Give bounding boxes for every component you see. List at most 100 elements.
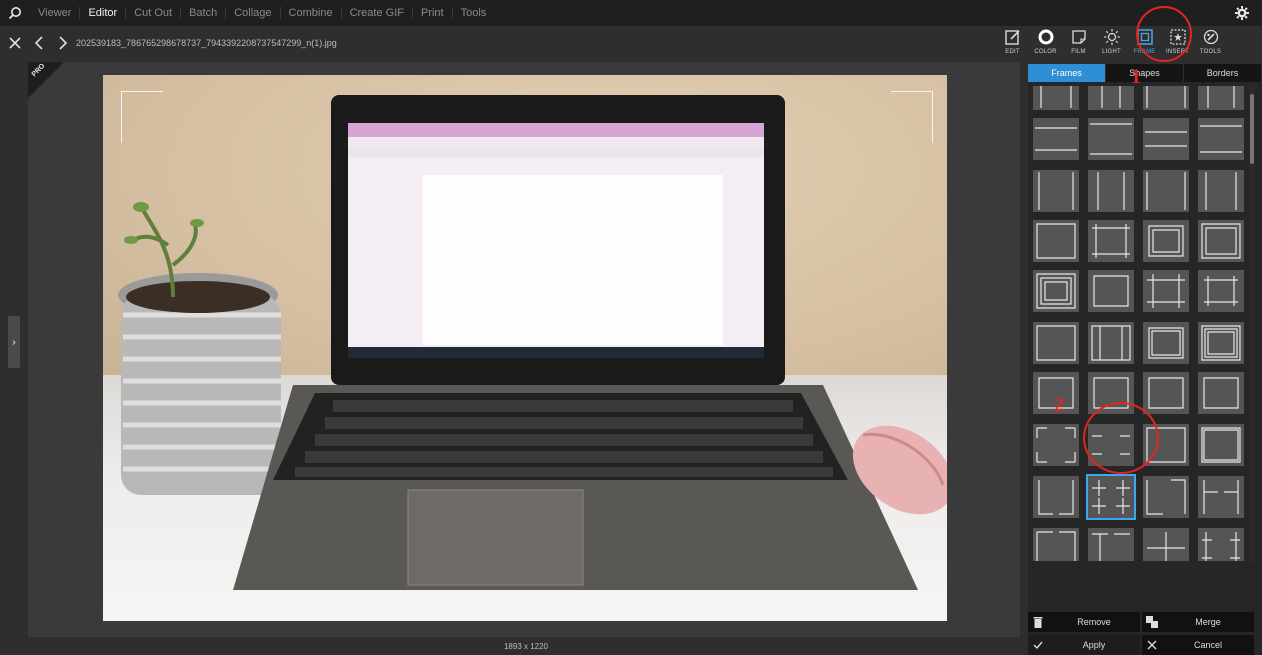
laptop <box>233 95 918 590</box>
frame-thumbnail[interactable] <box>1033 270 1079 312</box>
settings-gear-icon[interactable] <box>1234 5 1250 24</box>
menu-print[interactable]: Print <box>413 7 453 19</box>
app-logo-icon[interactable] <box>0 0 30 26</box>
frame-thumbnail[interactable] <box>1033 86 1079 110</box>
frame-thumbnail[interactable] <box>1198 424 1244 466</box>
merge-button[interactable]: Merge <box>1142 612 1254 632</box>
annotation-circle-selected-frame <box>1083 402 1159 474</box>
close-icon <box>1142 640 1162 650</box>
menu-cut-out[interactable]: Cut Out <box>126 7 182 19</box>
frame-thumbnail[interactable] <box>1143 270 1189 312</box>
crop-corner-top-right <box>891 91 933 143</box>
remove-button[interactable]: Remove <box>1028 612 1140 632</box>
frame-thumbnail[interactable] <box>1198 86 1244 110</box>
frame-pattern-icon <box>1092 533 1130 561</box>
cancel-button[interactable]: Cancel <box>1142 635 1254 655</box>
frame-thumbnail[interactable] <box>1088 270 1134 312</box>
close-icon[interactable] <box>6 33 24 53</box>
apply-label: Apply <box>1082 640 1106 650</box>
frame-thumbnail[interactable] <box>1033 220 1079 262</box>
tool-tools-label: TOOLS <box>1199 49 1222 55</box>
frame-pattern-icon <box>1090 123 1132 155</box>
tab-frames[interactable]: Frames <box>1028 64 1106 82</box>
frame-thumbnail[interactable] <box>1198 528 1244 561</box>
frame-thumbnail[interactable] <box>1198 476 1244 518</box>
image-dimensions: 1893 x 1220 <box>503 642 549 651</box>
frame-pattern-icon <box>1035 127 1077 151</box>
frame-thumbnail[interactable] <box>1088 118 1134 160</box>
crop-corner-bottom-right <box>891 547 933 607</box>
menu-viewer[interactable]: Viewer <box>30 7 81 19</box>
apply-button[interactable]: Apply <box>1028 635 1140 655</box>
tab-borders[interactable]: Borders <box>1184 64 1262 82</box>
frame-thumbnail[interactable] <box>1033 170 1079 212</box>
frame-thumbnail[interactable] <box>1088 220 1134 262</box>
tool-color[interactable]: COLOR <box>1029 26 1062 62</box>
frame-pattern-icon <box>1092 480 1130 514</box>
photo-editor-window: Viewer Editor Cut Out Batch Collage Comb… <box>0 0 1262 655</box>
frame-thumbnail[interactable] <box>1088 528 1134 561</box>
frame-pattern-icon <box>1036 427 1076 463</box>
menu-collage[interactable]: Collage <box>226 7 281 19</box>
side-panel-toggle-icon[interactable]: › <box>8 316 20 368</box>
frame-thumbnail[interactable] <box>1033 424 1079 466</box>
tool-film[interactable]: FILM <box>1062 26 1095 62</box>
menu-tools[interactable]: Tools <box>453 7 495 19</box>
frame-pattern-icon <box>1203 480 1239 514</box>
frame-thumbnail[interactable] <box>1033 476 1079 518</box>
tool-light-label: LIGHT <box>1102 49 1121 55</box>
frame-thumbnail[interactable] <box>1198 270 1244 312</box>
frame-pattern-icon <box>1204 276 1238 306</box>
panel-actions: Remove Merge Apply Cancel <box>1028 612 1256 655</box>
frame-pattern-icon <box>1201 223 1241 259</box>
frame-thumbnail[interactable] <box>1143 528 1189 561</box>
frame-thumbnail[interactable] <box>1143 220 1189 262</box>
frame-thumbnail[interactable] <box>1143 86 1189 110</box>
photo-scene <box>118 95 947 590</box>
photo-preview[interactable] <box>103 75 947 621</box>
frame-thumbnail[interactable] <box>1033 118 1079 160</box>
title-row: 202539183_786765298678737_79433922087375… <box>0 26 1000 60</box>
frame-thumbnail[interactable] <box>1198 322 1244 364</box>
menu-batch[interactable]: Batch <box>181 7 227 19</box>
frame-pattern-icon <box>1148 327 1184 359</box>
frame-thumbnail[interactable] <box>1143 476 1189 518</box>
previous-icon[interactable] <box>30 33 48 53</box>
frame-pattern-icon <box>1097 172 1125 210</box>
frame-thumbnail[interactable] <box>1088 170 1134 212</box>
tool-light[interactable]: LIGHT <box>1095 26 1128 62</box>
frame-thumbnail[interactable] <box>1143 372 1189 414</box>
frame-thumbnail[interactable] <box>1198 220 1244 262</box>
frame-thumbnail[interactable] <box>1033 528 1079 561</box>
merge-label: Merge <box>1195 617 1221 627</box>
frame-thumbnail[interactable] <box>1143 118 1189 160</box>
menu-combine[interactable]: Combine <box>281 7 342 19</box>
panel-scrollbar[interactable] <box>1249 84 1255 562</box>
frame-thumbnail[interactable] <box>1198 170 1244 212</box>
frame-thumbnail[interactable] <box>1198 372 1244 414</box>
frame-pattern-icon <box>1201 427 1241 463</box>
annotation-number-2: 2 <box>1054 394 1064 416</box>
frame-thumbnail[interactable] <box>1088 86 1134 110</box>
frame-thumbnail[interactable] <box>1143 170 1189 212</box>
menu-editor[interactable]: Editor <box>80 7 127 19</box>
frame-thumbnail[interactable] <box>1143 322 1189 364</box>
frame-pattern-icon <box>1203 377 1239 409</box>
frame-pattern-icon <box>1147 532 1185 561</box>
merge-icon <box>1142 616 1162 628</box>
tools-icon <box>1203 29 1218 45</box>
menu-create-gif[interactable]: Create GIF <box>342 7 413 19</box>
frame-pattern-icon <box>1093 275 1129 307</box>
next-icon[interactable] <box>54 33 72 53</box>
frame-thumbnail[interactable] <box>1033 322 1079 364</box>
frame-thumbnail[interactable] <box>1086 474 1136 520</box>
frame-thumbnail[interactable] <box>1088 322 1134 364</box>
tool-edit[interactable]: EDIT <box>996 26 1029 62</box>
tab-shapes[interactable]: Shapes <box>1106 64 1184 82</box>
frame-pattern-icon <box>1091 325 1131 361</box>
tool-tools[interactable]: TOOLS <box>1194 26 1227 62</box>
cancel-label: Cancel <box>1193 640 1222 650</box>
frame-pattern-icon <box>1092 224 1130 258</box>
frame-thumbnail[interactable] <box>1198 118 1244 160</box>
scrollbar-thumb[interactable] <box>1250 94 1254 164</box>
